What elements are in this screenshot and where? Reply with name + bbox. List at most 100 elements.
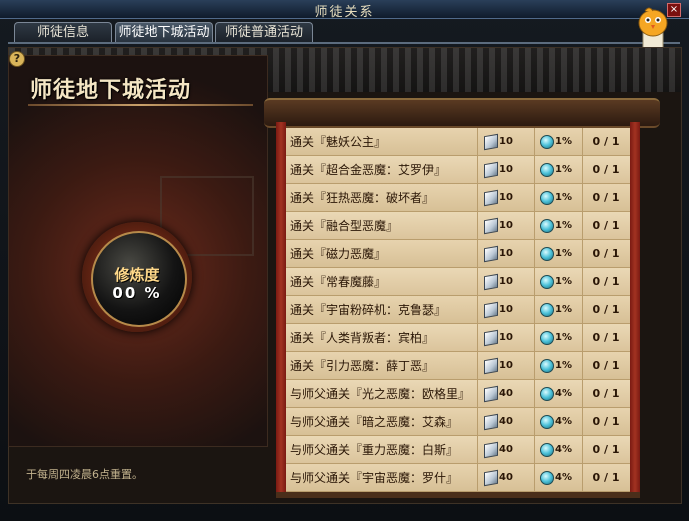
activity-progress: 0 / 1 (592, 163, 620, 176)
spirit-orb-icon (540, 387, 554, 401)
reward-b-cell: 1% (534, 268, 583, 296)
crystal-cube-icon (484, 329, 498, 347)
crystal-cube-icon (484, 357, 498, 375)
activity-row[interactable]: 与师父通关『暗之恶魔：艾森』 40 4% 0 / 1 (286, 408, 630, 436)
crystal-cube-icon (484, 245, 498, 263)
reward-b-value: 1% (555, 248, 572, 259)
tab-dungeon-activities[interactable]: 师徒地下城活动 (115, 22, 213, 43)
tab-master-info[interactable]: 师徒信息 (14, 22, 112, 43)
reward-a-cell: 10 (478, 128, 535, 156)
activity-row[interactable]: 通关『宇宙粉碎机：克鲁瑟』 10 1% 0 / 1 (286, 296, 630, 324)
reward-b-cell: 1% (534, 324, 583, 352)
reward-a-cell: 10 (478, 156, 535, 184)
activity-row[interactable]: 通关『超合金恶魔：艾罗伊』 10 1% 0 / 1 (286, 156, 630, 184)
reward-a-value: 10 (499, 304, 513, 315)
activity-list: 通关『魅妖公主』 10 1% 0 / 1 通关『超合金恶魔：艾罗伊』 10 1% 0 / 1通… (286, 128, 630, 492)
reward-b-value: 4% (555, 444, 572, 455)
activity-progress: 0 / 1 (592, 247, 620, 260)
progress-value: 00 % (112, 284, 162, 302)
crystal-cube-icon (484, 133, 498, 151)
activity-row[interactable]: 通关『常春魔藤』 10 1% 0 / 1 (286, 268, 630, 296)
reset-note: 于每周四凌晨6点重置。 (26, 468, 143, 481)
reward-b-value: 4% (555, 472, 572, 483)
reward-b-cell: 1% (534, 212, 583, 240)
crystal-cube-icon (484, 217, 498, 235)
activity-row[interactable]: 与师父通关『重力恶魔：白斯』 40 4% 0 / 1 (286, 436, 630, 464)
activity-progress: 0 / 1 (592, 275, 620, 288)
reward-b-cell: 1% (534, 128, 583, 156)
activity-row[interactable]: 通关『人类背叛者：宾柏』 10 1% 0 / 1 (286, 324, 630, 352)
activity-name: 与师父通关『重力恶魔：白斯』 (286, 436, 478, 464)
crystal-cube-icon (484, 161, 498, 179)
reward-a-value: 10 (499, 136, 513, 147)
activity-name: 通关『融合型恶魔』 (286, 212, 478, 240)
activity-progress: 0 / 1 (592, 135, 620, 148)
reward-b-cell: 4% (534, 464, 583, 492)
reward-a-cell: 10 (478, 212, 535, 240)
reward-b-cell: 4% (534, 380, 583, 408)
reward-a-cell: 10 (478, 184, 535, 212)
reward-a-value: 10 (499, 248, 513, 259)
activity-name: 与师父通关『暗之恶魔：艾森』 (286, 408, 478, 436)
title-underline (28, 104, 253, 106)
spirit-orb-icon (540, 415, 554, 429)
activity-row[interactable]: 与师父通关『宇宙恶魔：罗什』 40 4% 0 / 1 (286, 464, 630, 492)
reward-b-cell: 4% (534, 408, 583, 436)
help-icon[interactable]: ? (9, 51, 25, 67)
scroll-bottom-edge (276, 492, 640, 498)
crystal-cube-icon (484, 441, 498, 459)
activity-progress: 0 / 1 (592, 303, 620, 316)
crystal-cube-icon (484, 273, 498, 291)
scroll-right-edge (630, 122, 640, 494)
spirit-orb-icon (540, 359, 554, 373)
activity-progress: 0 / 1 (592, 191, 620, 204)
activity-row[interactable]: 通关『融合型恶魔』 10 1% 0 / 1 (286, 212, 630, 240)
reward-a-cell: 40 (478, 436, 535, 464)
activity-name: 通关『宇宙粉碎机：克鲁瑟』 (286, 296, 478, 324)
activity-title: 师徒地下城活动 (30, 78, 192, 103)
activity-name: 通关『魅妖公主』 (286, 128, 478, 156)
reward-a-value: 10 (499, 276, 513, 287)
activity-progress: 0 / 1 (592, 415, 620, 428)
crystal-cube-icon (484, 469, 498, 487)
activity-name: 通关『引力恶魔：薛丁恶』 (286, 352, 478, 380)
activity-row[interactable]: 通关『魅妖公主』 10 1% 0 / 1 (286, 128, 630, 156)
reward-b-value: 1% (555, 164, 572, 175)
activity-name: 通关『常春魔藤』 (286, 268, 478, 296)
activity-progress: 0 / 1 (592, 387, 620, 400)
scroll-header (264, 98, 660, 128)
reward-a-value: 10 (499, 360, 513, 371)
activity-progress: 0 / 1 (592, 471, 620, 484)
crystal-cube-icon (484, 413, 498, 431)
reward-a-cell: 10 (478, 324, 535, 352)
title-bar[interactable]: 师徒关系 × (0, 0, 689, 20)
reward-a-cell: 10 (478, 296, 535, 324)
activity-row[interactable]: 通关『磁力恶魔』 10 1% 0 / 1 (286, 240, 630, 268)
reward-b-value: 1% (555, 332, 572, 343)
master-apprentice-window: 师徒关系 × 师徒信息 师徒地下城活动 师徒普通活动 ? 师徒地下城活动 修炼度… (0, 0, 689, 521)
reward-a-value: 40 (499, 444, 513, 455)
activity-row[interactable]: 通关『引力恶魔：薛丁恶』 10 1% 0 / 1 (286, 352, 630, 380)
reward-b-value: 1% (555, 304, 572, 315)
reward-b-value: 4% (555, 416, 572, 427)
activity-name: 通关『超合金恶魔：艾罗伊』 (286, 156, 478, 184)
tab-normal-activities[interactable]: 师徒普通活动 (215, 22, 313, 43)
activity-name: 与师父通关『宇宙恶魔：罗什』 (286, 464, 478, 492)
reward-b-cell: 1% (534, 352, 583, 380)
activity-row[interactable]: 与师父通关『光之恶魔：欧格里』 40 4% 0 / 1 (286, 380, 630, 408)
reward-b-cell: 1% (534, 296, 583, 324)
reward-b-value: 1% (555, 276, 572, 287)
activity-name: 通关『磁力恶魔』 (286, 240, 478, 268)
activity-name: 通关『人类背叛者：宾柏』 (286, 324, 478, 352)
reward-b-value: 1% (555, 360, 572, 371)
spirit-orb-icon (540, 191, 554, 205)
spirit-orb-icon (540, 471, 554, 485)
reward-b-value: 1% (555, 136, 572, 147)
crystal-cube-icon (484, 301, 498, 319)
reward-b-cell: 1% (534, 240, 583, 268)
spirit-orb-icon (540, 135, 554, 149)
reward-b-cell: 1% (534, 156, 583, 184)
activity-name: 与师父通关『光之恶魔：欧格里』 (286, 380, 478, 408)
spirit-orb-icon (540, 219, 554, 233)
activity-row[interactable]: 通关『狂热恶魔：破坏者』 10 1% 0 / 1 (286, 184, 630, 212)
